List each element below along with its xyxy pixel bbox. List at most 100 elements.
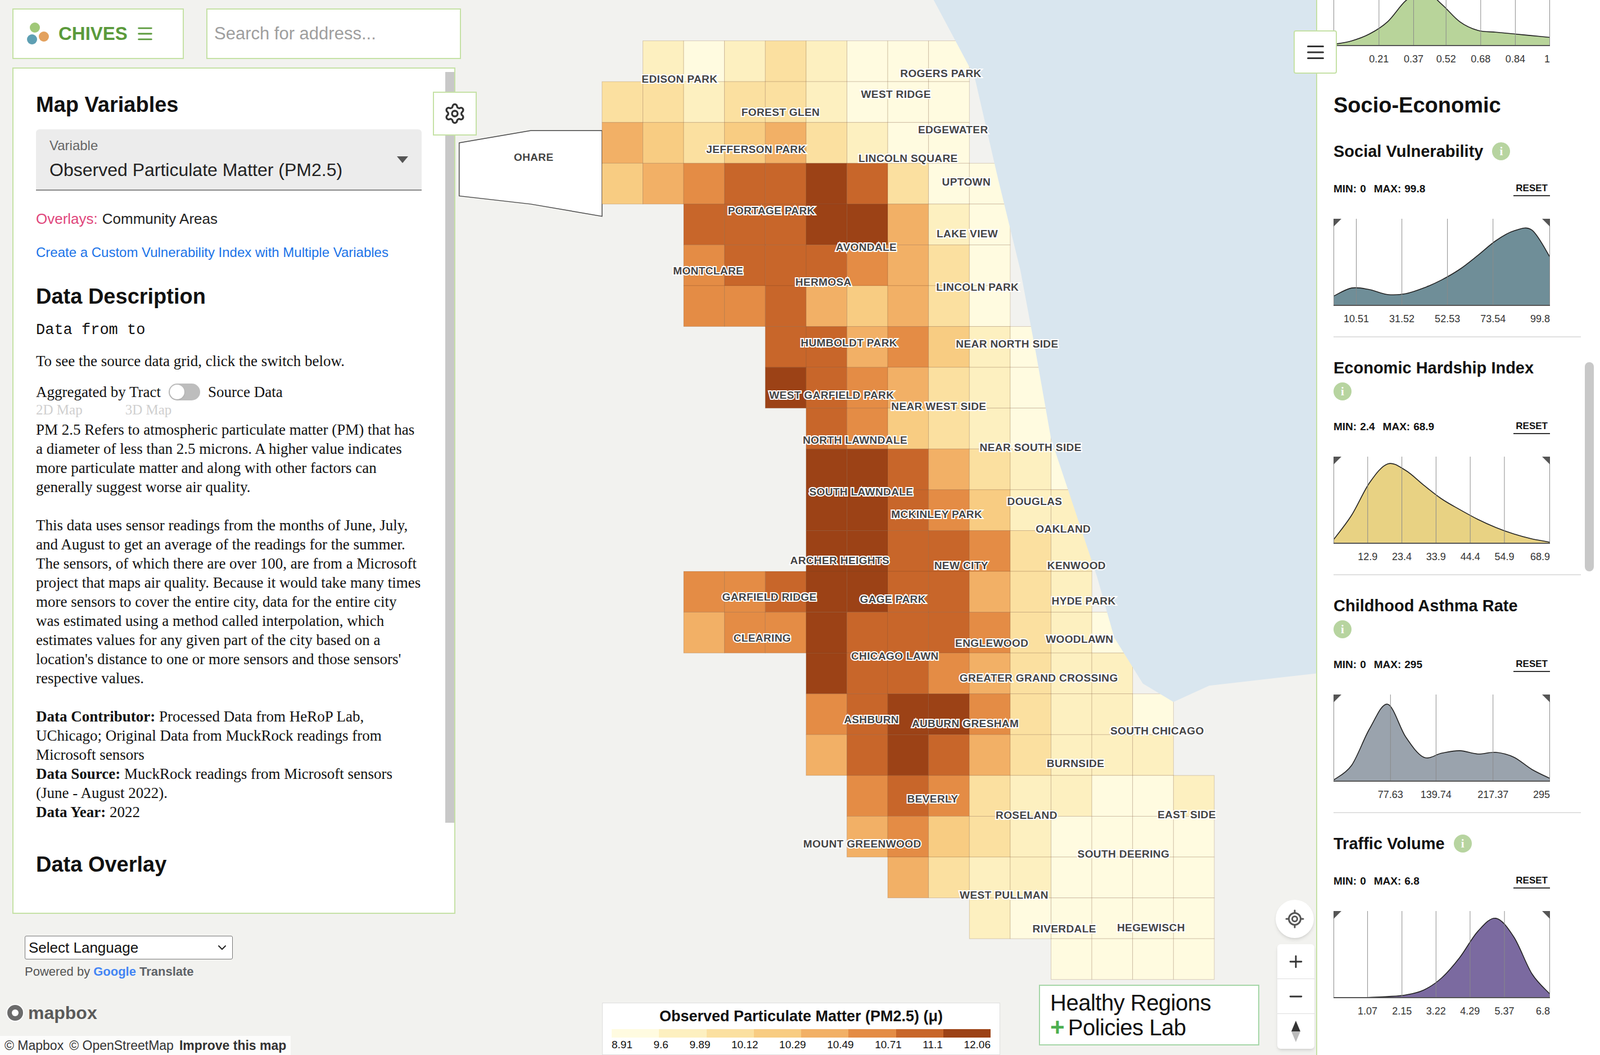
tract-cell[interactable]: [1173, 856, 1215, 898]
tract-cell[interactable]: [683, 612, 725, 654]
legend-toggle-button[interactable]: [1293, 30, 1337, 74]
info-icon[interactable]: i: [1453, 834, 1472, 853]
tract-cell[interactable]: [846, 571, 888, 613]
tract-cell[interactable]: [602, 163, 644, 205]
tract-cell[interactable]: [928, 734, 970, 776]
range-max-handle[interactable]: [1542, 910, 1550, 919]
tract-cell[interactable]: [1173, 815, 1215, 857]
tract-cell[interactable]: [1010, 815, 1052, 857]
tract-cell[interactable]: [1010, 530, 1052, 572]
tract-cell[interactable]: [806, 367, 848, 409]
tract-cell[interactable]: [928, 244, 970, 286]
tract-cell[interactable]: [765, 41, 807, 83]
tract-cell[interactable]: [887, 612, 929, 654]
attribution-link[interactable]: © Mapbox: [4, 1036, 64, 1054]
tract-cell[interactable]: [806, 285, 848, 327]
tract-cell[interactable]: [724, 41, 766, 83]
tract-cell[interactable]: [1051, 856, 1093, 898]
tract-cell[interactable]: [1010, 448, 1052, 490]
map-mode-option[interactable]: 2D Map: [35, 401, 83, 418]
tract-cell[interactable]: [846, 204, 888, 246]
compass-button[interactable]: [1277, 1013, 1315, 1049]
tract-cell[interactable]: [846, 41, 888, 83]
tract-cell[interactable]: [969, 571, 1011, 613]
tract-cell[interactable]: [846, 775, 888, 817]
range-min-handle[interactable]: [1333, 456, 1342, 465]
tract-cell[interactable]: [1010, 734, 1052, 776]
tract-cell[interactable]: [1091, 856, 1133, 898]
right-panel-scrollbar[interactable]: [1584, 362, 1594, 572]
tract-cell[interactable]: [683, 81, 725, 123]
tract-cell[interactable]: [846, 163, 888, 205]
language-select[interactable]: Select Language: [24, 935, 233, 960]
herop-logo[interactable]: Healthy Regions+Policies Lab: [1038, 984, 1260, 1046]
tract-cell[interactable]: [928, 81, 970, 123]
tract-cell[interactable]: [846, 367, 888, 409]
tract-cell[interactable]: [806, 448, 848, 490]
attribution-link[interactable]: © OpenStreetMap: [69, 1036, 174, 1054]
tract-cell[interactable]: [887, 815, 929, 857]
source-data-switch[interactable]: [168, 383, 201, 401]
zoom-out-button[interactable]: [1277, 978, 1315, 1014]
overlays-row[interactable]: Overlays:Community Areas: [35, 209, 455, 228]
tract-cell[interactable]: [887, 163, 929, 205]
tract-cell[interactable]: [887, 734, 929, 776]
improve-map-link[interactable]: Improve this map: [179, 1036, 287, 1054]
app-logo-bar[interactable]: CHIVES: [12, 8, 184, 60]
tract-cell[interactable]: [602, 122, 644, 164]
reset-button[interactable]: RESET: [1513, 657, 1550, 672]
tract-cell[interactable]: [765, 285, 807, 327]
address-search[interactable]: Search for address...: [206, 8, 461, 60]
range-max-handle[interactable]: [1542, 694, 1550, 703]
tract-cell[interactable]: [1132, 938, 1174, 980]
range-max-handle[interactable]: [1542, 218, 1550, 227]
tract-cell[interactable]: [846, 448, 888, 490]
tract-cell[interactable]: [1132, 856, 1174, 898]
reset-button[interactable]: RESET: [1513, 873, 1550, 889]
map-mode-option[interactable]: 3D Map: [125, 401, 173, 418]
tract-cell[interactable]: [887, 571, 929, 613]
tract-cell[interactable]: [1010, 571, 1052, 613]
tract-cell[interactable]: [1091, 938, 1133, 980]
tract-cell[interactable]: [1051, 693, 1093, 735]
tract-cell[interactable]: [887, 204, 929, 246]
tract-cell[interactable]: [969, 448, 1011, 490]
tract-cell[interactable]: [887, 448, 929, 490]
tract-cell[interactable]: [969, 734, 1011, 776]
tract-cell[interactable]: [806, 652, 848, 694]
range-max-handle[interactable]: [1542, 456, 1550, 465]
reset-button[interactable]: RESET: [1513, 181, 1550, 197]
tract-cell[interactable]: [683, 163, 725, 205]
tract-cell[interactable]: [642, 122, 684, 164]
tract-cell[interactable]: [887, 856, 929, 898]
zoom-in-button[interactable]: [1277, 943, 1315, 979]
tract-cell[interactable]: [806, 122, 848, 164]
tract-cell[interactable]: [602, 81, 644, 123]
tract-cell[interactable]: [969, 897, 1011, 939]
tract-cell[interactable]: [928, 448, 970, 490]
variable-select[interactable]: VariableObserved Particulate Matter (PM2…: [35, 129, 422, 191]
tract-cell[interactable]: [683, 204, 725, 246]
tract-cell[interactable]: [1051, 734, 1093, 776]
tract-cell[interactable]: [806, 41, 848, 83]
tract-cell[interactable]: [928, 815, 970, 857]
tract-cell[interactable]: [846, 734, 888, 776]
menu-icon[interactable]: [135, 24, 155, 44]
tract-cell[interactable]: [642, 163, 684, 205]
panel-scrollbar[interactable]: [445, 71, 455, 823]
info-icon[interactable]: i: [1333, 382, 1352, 401]
tract-cell[interactable]: [642, 81, 684, 123]
tract-cell[interactable]: [969, 244, 1011, 286]
tract-cell[interactable]: [806, 734, 848, 776]
tract-cell[interactable]: [887, 530, 929, 572]
tract-cell[interactable]: [846, 815, 888, 857]
settings-button[interactable]: [432, 91, 477, 136]
tract-cell[interactable]: [1132, 734, 1174, 776]
tract-cell[interactable]: [806, 612, 848, 654]
tract-cell[interactable]: [724, 285, 766, 327]
range-min-handle[interactable]: [1333, 218, 1342, 227]
tract-cell[interactable]: [724, 163, 766, 205]
tract-cell[interactable]: [1173, 938, 1215, 980]
tract-cell[interactable]: [887, 285, 929, 327]
custom-index-link[interactable]: Create a Custom Vulnerability Index with…: [35, 243, 455, 262]
